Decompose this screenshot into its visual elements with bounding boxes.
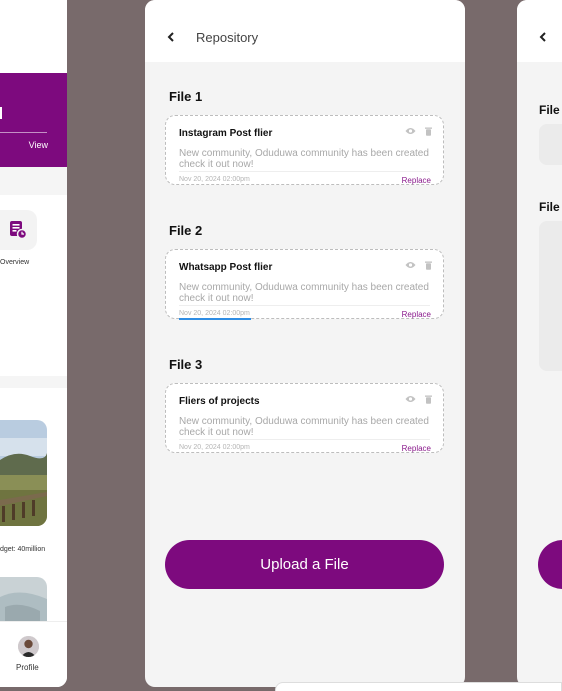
summary-banner: View	[0, 73, 67, 167]
file-description: New community, Oduduwa community has bee…	[179, 282, 429, 304]
page-title: Repository	[196, 30, 259, 45]
document-clock-icon	[10, 221, 27, 239]
file-name: Fliers of projects	[179, 396, 260, 407]
file-date: Nov 20, 2024 02:00pm	[179, 176, 250, 183]
replace-link[interactable]: Replace	[402, 444, 431, 453]
file-card: Fliers of projects New community, Oduduw…	[165, 383, 444, 453]
divider	[179, 171, 430, 172]
file-name: Whatsapp Post flier	[179, 262, 273, 273]
replace-link[interactable]: Replace	[402, 176, 431, 185]
header	[517, 0, 562, 62]
section-band	[0, 376, 67, 388]
file-date: Nov 20, 2024 02:00pm	[179, 444, 250, 451]
field-label: File	[539, 200, 560, 214]
file-name-field[interactable]	[539, 124, 562, 165]
file-description: New community, Oduduwa community has bee…	[179, 416, 429, 438]
project-photo[interactable]	[0, 577, 47, 625]
file-description-field[interactable]	[539, 221, 562, 371]
view-link[interactable]: View	[29, 140, 48, 150]
file-date: Nov 20, 2024 02:00pm	[179, 310, 250, 317]
overview-label: Overview	[0, 259, 30, 266]
section-band	[0, 167, 67, 195]
left-screen: View Overview dget: 40million Profile	[0, 0, 67, 687]
file-card: Whatsapp Post flier New community, Odudu…	[165, 249, 444, 320]
trash-icon[interactable]	[425, 127, 432, 136]
submit-button[interactable]	[538, 540, 562, 589]
selection-underline	[179, 318, 251, 320]
file-card: Instagram Post flier New community, Odud…	[165, 115, 444, 185]
avatar-icon	[18, 636, 39, 657]
avatar[interactable]	[18, 636, 39, 657]
field-label: File	[539, 103, 560, 117]
overview-card[interactable]	[0, 210, 37, 250]
file-section-label: File 1	[169, 89, 203, 104]
banner-divider	[0, 132, 47, 133]
file-description: New community, Oduduwa community has bee…	[179, 148, 429, 170]
right-screen: File File	[517, 0, 562, 687]
chevron-left-icon[interactable]	[537, 30, 549, 44]
banner-accent	[0, 107, 2, 119]
landscape-image	[0, 420, 47, 526]
replace-link[interactable]: Replace	[402, 310, 431, 319]
divider	[179, 305, 430, 306]
trash-icon[interactable]	[425, 261, 432, 270]
header: Repository	[145, 0, 465, 62]
chevron-left-icon[interactable]	[165, 30, 177, 44]
divider	[179, 439, 430, 440]
eye-icon[interactable]	[405, 127, 416, 135]
trash-icon[interactable]	[425, 395, 432, 404]
nav-profile-label[interactable]: Profile	[16, 663, 39, 672]
file-section-label: File 3	[169, 357, 203, 372]
bottom-sheet-edge	[275, 682, 562, 691]
repository-screen: Repository File 1 Instagram Post flier N…	[145, 0, 465, 687]
file-section-label: File 2	[169, 223, 203, 238]
project-photo[interactable]	[0, 420, 47, 526]
file-name: Instagram Post flier	[179, 128, 273, 139]
eye-icon[interactable]	[405, 395, 416, 403]
eye-icon[interactable]	[405, 261, 416, 269]
landscape-image	[0, 577, 47, 625]
budget-text: dget: 40million	[0, 546, 46, 553]
upload-file-button[interactable]: Upload a File	[165, 540, 444, 589]
